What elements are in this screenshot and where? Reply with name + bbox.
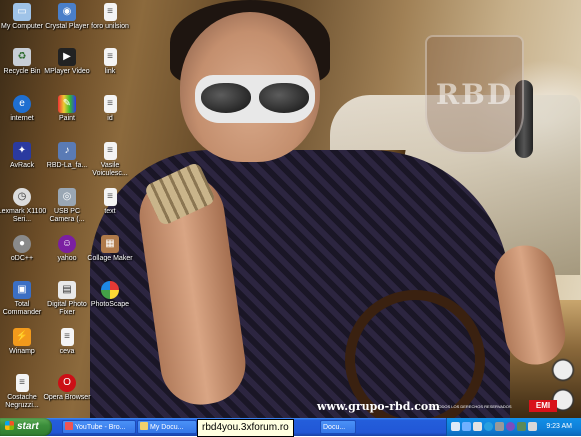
crystal-player-icon: ◉ (58, 3, 76, 21)
taskbar-button-documents[interactable]: Docu... (320, 420, 356, 434)
digital-photo-fixer-icon: ▤ (58, 281, 76, 299)
windows-logo-icon (5, 421, 14, 430)
text-document-icon: ≡ (103, 188, 117, 206)
tray-avrack-icon[interactable] (517, 422, 526, 431)
yahoo-messenger-icon: ☺ (58, 235, 76, 253)
desktop-icon-vasile-voiculescu[interactable]: ≡ Vasile Voiculesc... (84, 142, 136, 178)
start-button[interactable]: start (0, 418, 52, 436)
tray-app-icon[interactable] (473, 422, 482, 431)
opera-icon: O (58, 374, 76, 392)
desktop-icon-id[interactable]: ≡ id (84, 95, 136, 123)
my-computer-icon: ▭ (13, 3, 31, 21)
avrack-icon: ✦ (13, 142, 31, 160)
tooltip: rbd4you.3xforum.ro (197, 419, 294, 437)
tray-volume-icon[interactable] (528, 422, 537, 431)
desktop-icon-text[interactable]: ≡ text (84, 188, 136, 216)
desktop-icon-ceva[interactable]: ≡ ceva (41, 328, 93, 356)
text-document-icon: ≡ (60, 328, 74, 346)
wallpaper-copyright: © TODOS LOS DERECHOS RESERVADOS (432, 404, 512, 409)
rbd-crest-watermark: RBD (425, 35, 524, 154)
browser-icon (65, 422, 73, 430)
text-document-icon: ≡ (103, 48, 117, 66)
desktop-icon-link[interactable]: ≡ link (84, 48, 136, 76)
tray-display-icon[interactable] (495, 422, 504, 431)
system-tray: 9:23 AM (446, 418, 581, 436)
tray-skype-icon[interactable] (484, 422, 493, 431)
photoscape-icon (101, 281, 119, 299)
steering-wheel (345, 290, 485, 418)
collage-maker-icon: ▦ (101, 235, 119, 253)
desktop-icon-collage-maker[interactable]: ▦ Collage Maker (84, 235, 136, 263)
taskbar-button-youtube[interactable]: YouTube - Bro... (62, 420, 136, 434)
wallpaper-site-text: www.grupo-rbd.com (317, 400, 440, 413)
taskbar-button-my-documents[interactable]: My Docu... (137, 420, 197, 434)
taskbar-clock[interactable]: 9:23 AM (546, 418, 572, 436)
desktop-icon-opera[interactable]: O Opera Browser (41, 374, 93, 402)
folder-icon (140, 422, 148, 430)
dcpp-icon: ● (13, 235, 31, 253)
desktop-icon-foro-unilsion[interactable]: ≡ foro unilsion (84, 3, 136, 31)
desktop-icon-photoscape[interactable]: PhotoScape (84, 281, 136, 309)
usb-camera-icon: ◎ (58, 188, 76, 206)
paint-icon: ✎ (58, 95, 76, 113)
text-document-icon: ≡ (15, 374, 29, 392)
text-document-icon: ≡ (103, 3, 117, 21)
emi-logo: EMI (529, 400, 557, 412)
tray-yahoo-icon[interactable] (506, 422, 515, 431)
internet-explorer-icon: e (13, 95, 31, 113)
total-commander-icon: ▣ (13, 281, 31, 299)
tray-security-icon[interactable] (462, 422, 471, 431)
mplayer-video-icon: ▶ (58, 48, 76, 66)
media-file-icon: ♪ (58, 142, 76, 160)
quick-launch-separator (55, 421, 61, 433)
recycle-bin-icon: ♻ (13, 48, 31, 66)
winamp-icon: ⚡ (13, 328, 31, 346)
text-document-icon: ≡ (103, 95, 117, 113)
tray-network-icon[interactable] (451, 422, 460, 431)
lexmark-icon: ◷ (13, 188, 31, 206)
sunglasses (195, 75, 315, 123)
text-document-icon: ≡ (103, 142, 117, 160)
